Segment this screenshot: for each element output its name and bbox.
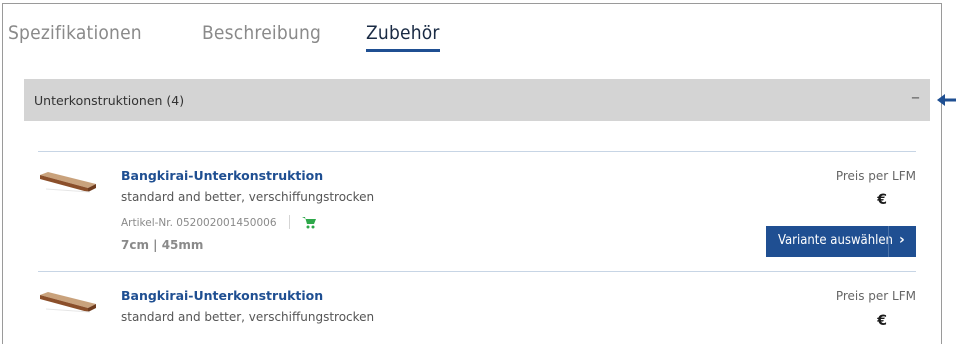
article-number: Artikel-Nr. 052002001450006	[121, 217, 277, 229]
product-title[interactable]: Bangkirai-Unterkonstruktion	[121, 168, 323, 183]
select-variant-label: Variante auswählen	[778, 233, 893, 248]
price: €	[877, 192, 887, 208]
product-title[interactable]: Bangkirai-Unterkonstruktion	[121, 288, 323, 303]
divider	[38, 151, 916, 152]
product-dimensions: 7cm | 45mm	[121, 238, 204, 252]
divider	[888, 226, 889, 257]
accordion-title: Unterkonstruktionen (4)	[34, 93, 185, 108]
product-description: standard and better, verschiffungstrocke…	[121, 310, 375, 324]
product-thumbnail[interactable]	[38, 291, 98, 313]
price: €	[877, 313, 887, 329]
price-label: Preis per LFM	[835, 169, 916, 183]
arrow-left-icon	[937, 94, 956, 106]
select-variant-button[interactable]: Variante auswählen ›	[766, 226, 916, 257]
collapse-icon[interactable]: –	[911, 89, 920, 107]
chevron-right-icon: ›	[899, 232, 905, 248]
tab-spezifikationen[interactable]: Spezifikationen	[8, 22, 142, 44]
product-thumbnail[interactable]	[38, 171, 98, 193]
cart-icon[interactable]	[301, 215, 317, 229]
divider	[38, 271, 916, 272]
price-label: Preis per LFM	[835, 289, 916, 303]
divider	[289, 215, 290, 229]
accordion-header[interactable]: Unterkonstruktionen (4) –	[24, 79, 930, 121]
tab-zubehoer[interactable]: Zubehör	[366, 22, 440, 52]
tab-beschreibung[interactable]: Beschreibung	[202, 22, 321, 44]
product-description: standard and better, verschiffungstrocke…	[121, 190, 375, 204]
